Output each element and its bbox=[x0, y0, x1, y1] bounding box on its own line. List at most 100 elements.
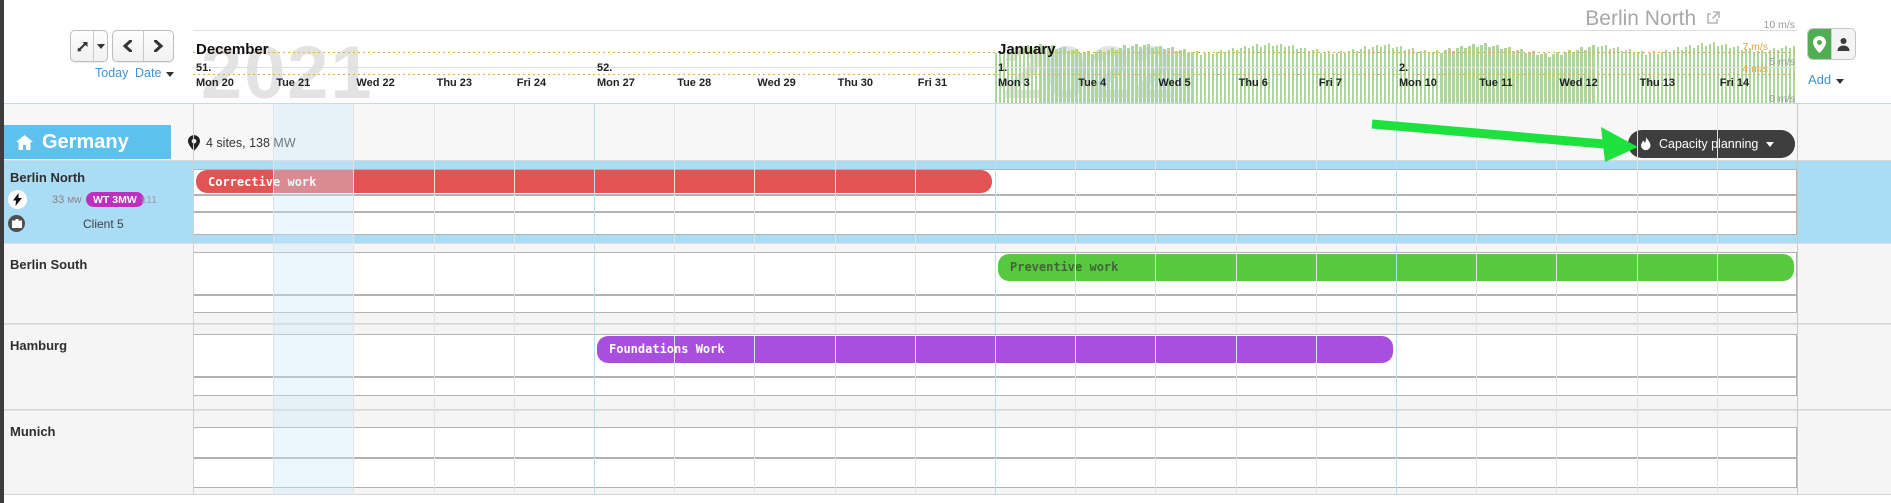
wind-speed-bar bbox=[1633, 53, 1635, 104]
wind-speed-bar bbox=[1621, 51, 1623, 104]
wind-guide-line-5 bbox=[193, 67, 1797, 68]
wind-speed-bar bbox=[1312, 50, 1314, 104]
site-name[interactable]: Berlin North bbox=[10, 170, 85, 185]
wind-speed-bar bbox=[1196, 51, 1198, 104]
next-button[interactable] bbox=[144, 31, 174, 61]
wind-speed-bar bbox=[1380, 47, 1382, 104]
day-label: Mon 20 bbox=[196, 77, 234, 89]
wind-speed-bar bbox=[1685, 47, 1687, 104]
zoom-dropdown-caret[interactable] bbox=[94, 31, 107, 61]
day-gridline bbox=[674, 104, 675, 495]
wind-speed-bar bbox=[1059, 48, 1061, 104]
week-gridline bbox=[1396, 104, 1397, 495]
day-label: Mon 3 bbox=[998, 77, 1030, 89]
day-gridline bbox=[1316, 104, 1317, 495]
wind-speed-bar bbox=[1360, 49, 1362, 104]
wind-speed-bar bbox=[1625, 50, 1627, 104]
wind-speed-bar bbox=[1119, 48, 1121, 104]
wind-speed-bar bbox=[1308, 51, 1310, 104]
wind-speed-bar bbox=[1629, 49, 1631, 104]
page-title: Berlin North bbox=[1540, 7, 1720, 31]
group-header-germany[interactable]: Germany bbox=[4, 125, 171, 159]
day-gridline bbox=[1556, 104, 1557, 495]
wind-guide-line-4 bbox=[193, 74, 1797, 75]
wind-speed-bar bbox=[1540, 54, 1542, 104]
wind-speed-bar bbox=[1544, 53, 1546, 104]
wind-speed-bar bbox=[1464, 48, 1466, 104]
wind-speed-bar bbox=[1356, 51, 1358, 104]
day-gridline bbox=[1637, 104, 1638, 495]
chevron-down-icon bbox=[1766, 142, 1774, 147]
today-link[interactable]: Today bbox=[95, 66, 128, 80]
wind-speed-bar bbox=[1228, 50, 1230, 104]
wind-speed-bar bbox=[1693, 48, 1695, 104]
site-view-toggle[interactable] bbox=[1808, 29, 1831, 59]
external-link-icon[interactable] bbox=[1706, 11, 1720, 25]
day-label: Tue 28 bbox=[677, 77, 711, 89]
wind-speed-bar bbox=[1761, 50, 1763, 104]
wind-speed-bar bbox=[1071, 50, 1073, 104]
wind-speed-bar bbox=[1749, 48, 1751, 104]
day-label: Wed 29 bbox=[757, 77, 795, 89]
wind-speed-bar bbox=[1609, 49, 1611, 104]
day-gridline bbox=[754, 104, 755, 495]
group-name: Germany bbox=[42, 131, 129, 154]
week-gridline bbox=[995, 104, 996, 495]
site-name[interactable]: Munich bbox=[10, 424, 56, 439]
site-name[interactable]: Berlin South bbox=[10, 257, 87, 272]
wind-speed-bar bbox=[1392, 48, 1394, 104]
day-label: Wed 22 bbox=[356, 77, 394, 89]
wind-speed-bar bbox=[1171, 47, 1173, 104]
wind-speed-bar bbox=[1284, 47, 1286, 104]
wind-speed-bar bbox=[1232, 48, 1234, 104]
wind-speed-bar bbox=[1151, 48, 1153, 104]
briefcase-icon bbox=[8, 215, 25, 232]
month-label: January bbox=[998, 41, 1056, 58]
day-label: Thu 13 bbox=[1640, 77, 1675, 89]
header-divider bbox=[0, 103, 1891, 104]
wind-speed-bar bbox=[1352, 49, 1354, 104]
wind-speed-bar bbox=[1216, 52, 1218, 104]
zoom-range-button[interactable] bbox=[70, 30, 108, 62]
wind-guide-line-7 bbox=[193, 52, 1797, 53]
wind-speed-bar bbox=[1240, 48, 1242, 104]
prev-button[interactable] bbox=[113, 31, 143, 61]
wind-speed-bar bbox=[1548, 57, 1550, 104]
home-icon bbox=[16, 135, 33, 150]
wind-speed-bar bbox=[1753, 52, 1755, 104]
day-gridline bbox=[1155, 104, 1156, 495]
wind-speed-bar bbox=[1448, 48, 1450, 104]
date-dropdown[interactable]: Date bbox=[135, 66, 174, 80]
turbine-count: x11 bbox=[141, 194, 157, 206]
wind-speed-bar bbox=[1520, 49, 1522, 104]
wind-speed-bar bbox=[1613, 48, 1615, 104]
wind-speed-bar bbox=[1212, 54, 1214, 104]
today-column-highlight bbox=[273, 104, 353, 495]
site-name[interactable]: Hamburg bbox=[10, 338, 67, 353]
wind-speed-bar bbox=[1440, 53, 1442, 104]
capacity-planning-button[interactable]: Capacity planning bbox=[1628, 130, 1795, 158]
day-label: Fri 7 bbox=[1319, 77, 1342, 89]
window-edge bbox=[0, 0, 4, 503]
day-gridline bbox=[434, 104, 435, 495]
wind-speed-bar bbox=[1757, 51, 1759, 104]
wind-speed-bar bbox=[1300, 48, 1302, 104]
wind-speed-bar bbox=[1516, 50, 1518, 104]
diagonal-resize-icon[interactable] bbox=[71, 31, 93, 61]
day-label: Mon 27 bbox=[597, 77, 635, 89]
wind-speed-bar bbox=[1204, 53, 1206, 104]
wind-speed-bar bbox=[1224, 52, 1226, 104]
wind-speed-bar bbox=[1115, 50, 1117, 104]
wind-speed-bar bbox=[1588, 47, 1590, 104]
day-label: Thu 6 bbox=[1239, 77, 1268, 89]
wind-speed-bar bbox=[1536, 55, 1538, 104]
wind-axis-label: 10 m/s bbox=[1763, 19, 1795, 31]
wind-speed-bar bbox=[1504, 48, 1506, 104]
add-dropdown[interactable]: Add bbox=[1808, 72, 1844, 87]
location-pin-icon bbox=[188, 135, 200, 151]
day-gridline bbox=[1797, 104, 1798, 495]
flame-icon bbox=[1640, 137, 1652, 152]
wind-speed-bar bbox=[1220, 50, 1222, 104]
view-toggle bbox=[1807, 28, 1856, 60]
people-view-toggle[interactable] bbox=[1831, 29, 1855, 59]
